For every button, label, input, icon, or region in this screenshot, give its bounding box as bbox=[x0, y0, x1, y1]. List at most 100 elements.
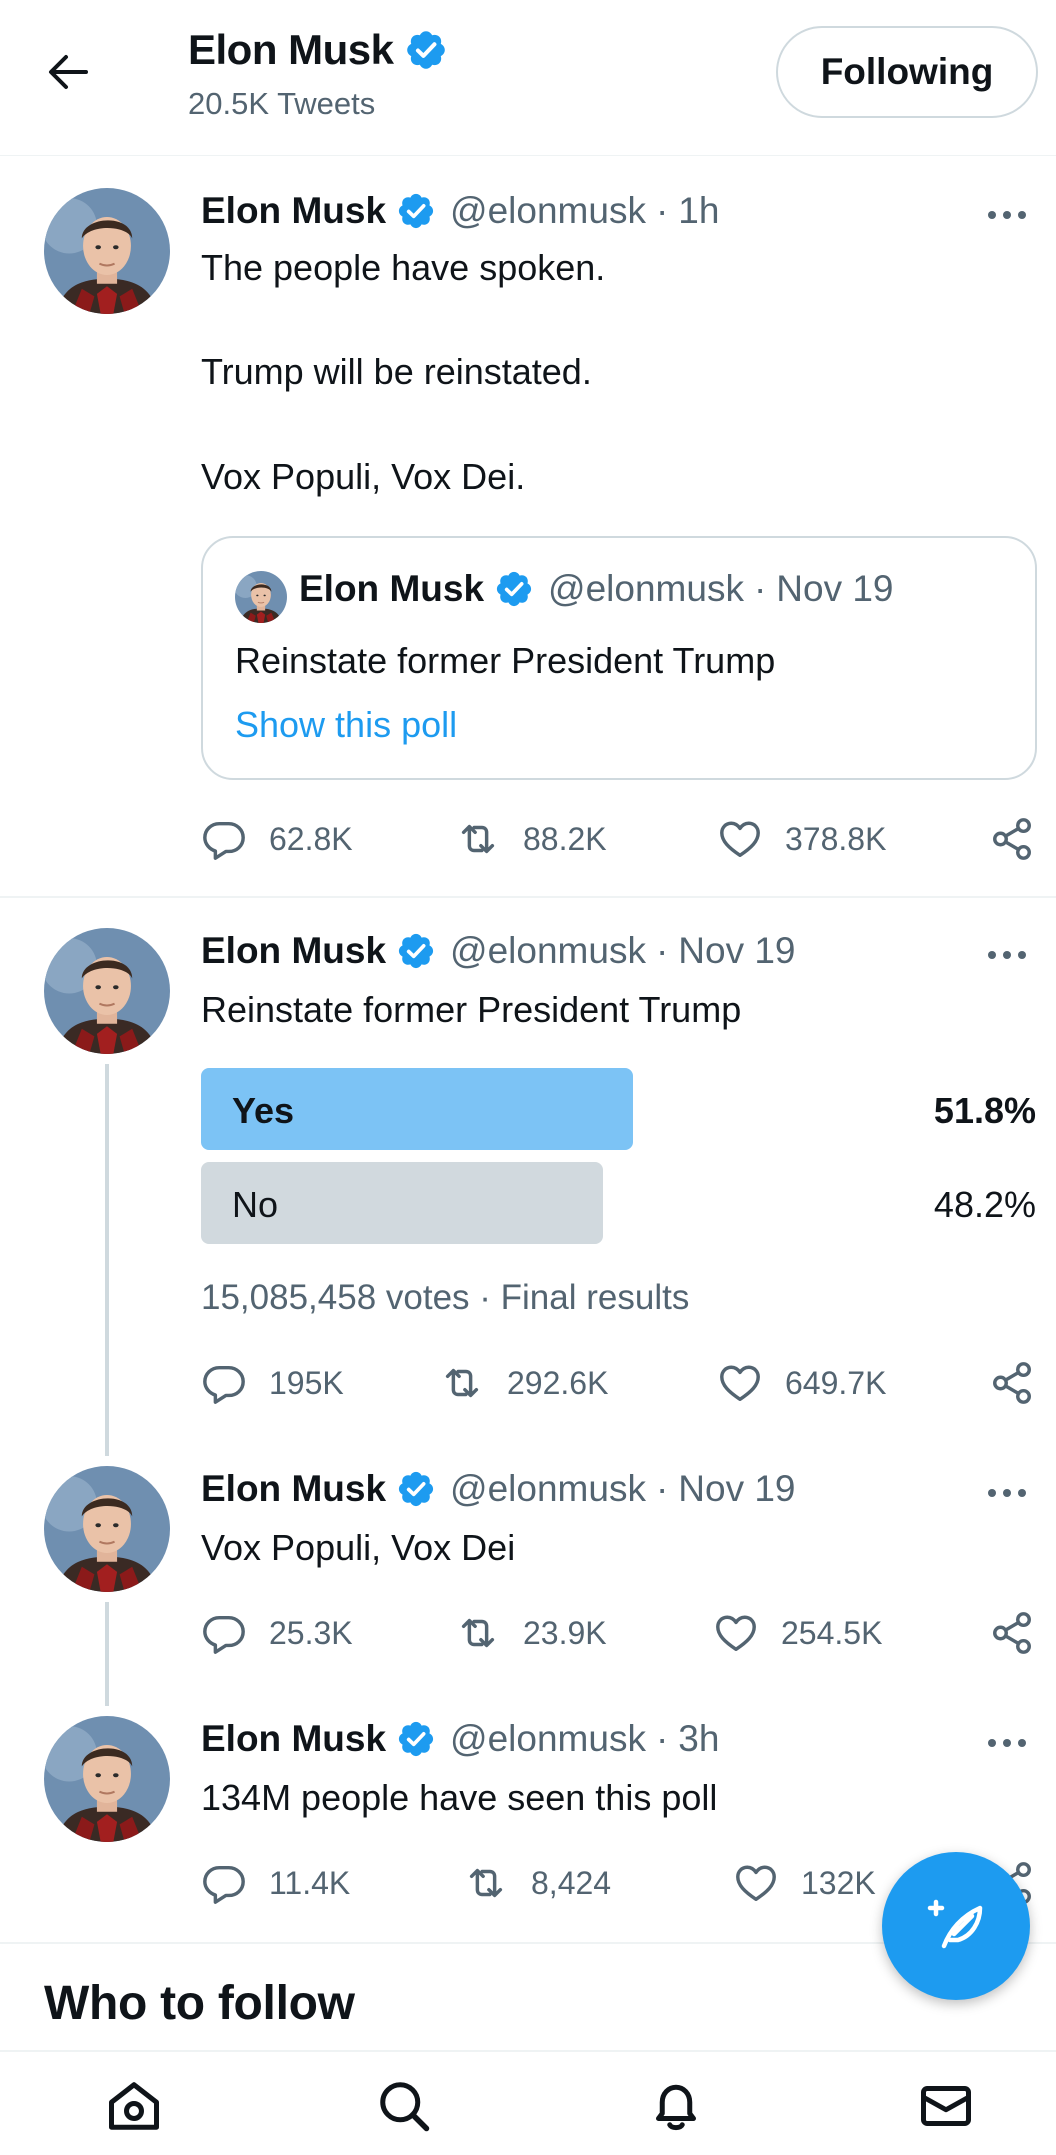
following-button[interactable]: Following bbox=[776, 26, 1038, 118]
more-options-button[interactable] bbox=[984, 940, 1030, 970]
arrow-left-icon bbox=[49, 55, 88, 89]
thread-line bbox=[105, 1064, 109, 1456]
tweet-header: Elon Musk @elonmusk · Nov 19 bbox=[201, 930, 796, 972]
tweet-header: Elon Musk @elonmusk · Nov 19 bbox=[201, 1468, 796, 1510]
verified-badge-icon bbox=[494, 569, 534, 609]
nav-search[interactable] bbox=[372, 2074, 436, 2138]
avatar[interactable] bbox=[44, 1716, 170, 1842]
who-to-follow-heading: Who to follow bbox=[44, 1977, 355, 2030]
nav-notifications[interactable] bbox=[644, 2074, 708, 2138]
tweet-text: Reinstate former President Trump bbox=[201, 989, 742, 1030]
profile-name: Elon Musk bbox=[188, 26, 394, 73]
tweet-1[interactable]: Elon Musk @elonmusk · 1h The people have… bbox=[0, 156, 1056, 898]
more-options-button[interactable] bbox=[984, 1728, 1030, 1758]
poll-option-no: No bbox=[232, 1184, 279, 1225]
verified-badge-icon bbox=[396, 191, 436, 231]
profile-header: Elon Musk 20.5K Tweets Following bbox=[0, 0, 1056, 156]
heart-icon bbox=[713, 1610, 759, 1656]
retweet-button[interactable]: 292.6K bbox=[439, 1358, 608, 1408]
nav-home[interactable] bbox=[102, 2074, 166, 2138]
author-name[interactable]: Elon Musk bbox=[201, 1468, 386, 1510]
verified-badge-icon bbox=[396, 1719, 436, 1759]
author-handle[interactable]: @elonmusk bbox=[450, 1468, 646, 1510]
separator-dot: · bbox=[655, 190, 669, 231]
share-button[interactable] bbox=[989, 814, 1035, 864]
author-handle[interactable]: @elonmusk bbox=[450, 930, 646, 972]
retweet-count: 23.9K bbox=[523, 1614, 607, 1651]
mail-icon bbox=[921, 2086, 971, 2126]
reply-button[interactable]: 62.8K bbox=[201, 814, 353, 864]
author-name[interactable]: Elon Musk bbox=[201, 190, 386, 232]
retweet-button[interactable]: 23.9K bbox=[455, 1608, 607, 1658]
share-button[interactable] bbox=[989, 1358, 1035, 1408]
like-button[interactable]: 132K bbox=[733, 1858, 876, 1908]
heart-icon bbox=[717, 816, 763, 862]
retweet-count: 88.2K bbox=[523, 820, 607, 857]
bell-icon bbox=[656, 2084, 696, 2131]
like-button[interactable]: 254.5K bbox=[713, 1608, 882, 1658]
retweet-count: 8,424 bbox=[531, 1864, 612, 1901]
share-button[interactable] bbox=[989, 1608, 1035, 1658]
like-count: 254.5K bbox=[781, 1614, 883, 1651]
reply-count: 62.8K bbox=[269, 820, 353, 857]
header-title: Elon Musk bbox=[188, 26, 448, 74]
retweet-icon bbox=[439, 1360, 485, 1406]
author-handle[interactable]: @elonmusk bbox=[450, 1718, 646, 1760]
more-options-button[interactable] bbox=[984, 200, 1030, 230]
nav-messages[interactable] bbox=[914, 2074, 978, 2138]
divider bbox=[0, 896, 1056, 898]
reply-icon bbox=[201, 1360, 247, 1406]
separator-dot: · bbox=[655, 1718, 669, 1759]
tweet-time[interactable]: 3h bbox=[678, 1718, 719, 1760]
retweet-button[interactable]: 88.2K bbox=[455, 814, 607, 864]
tweet-text-line-1: The people have spoken. bbox=[201, 247, 606, 288]
quoted-tweet-text: Reinstate former President Trump bbox=[235, 640, 776, 681]
quoted-avatar bbox=[235, 571, 287, 623]
show-poll-link[interactable]: Show this poll bbox=[235, 704, 457, 746]
reply-button[interactable]: 25.3K bbox=[201, 1608, 353, 1658]
retweet-icon bbox=[463, 1860, 509, 1906]
author-name[interactable]: Elon Musk bbox=[201, 1718, 386, 1760]
heart-icon bbox=[733, 1860, 779, 1906]
compose-tweet-button[interactable] bbox=[882, 1852, 1030, 2000]
reply-icon bbox=[201, 1610, 247, 1656]
quoted-tweet-time: Nov 19 bbox=[776, 568, 894, 609]
reply-icon bbox=[201, 1860, 247, 1906]
tweet-time[interactable]: 1h bbox=[678, 190, 719, 232]
avatar[interactable] bbox=[44, 188, 170, 314]
separator-dot: · bbox=[753, 568, 767, 609]
tweet-time[interactable]: Nov 19 bbox=[678, 930, 795, 972]
back-button[interactable] bbox=[40, 50, 96, 94]
like-button[interactable]: 378.8K bbox=[717, 814, 886, 864]
like-button[interactable]: 649.7K bbox=[717, 1358, 886, 1408]
tweet-time[interactable]: Nov 19 bbox=[678, 1468, 795, 1510]
tweet-text: Vox Populi, Vox Dei bbox=[201, 1527, 516, 1568]
retweet-button[interactable]: 8,424 bbox=[463, 1858, 611, 1908]
tweet-actions: 25.3K 23.9K 254.5K bbox=[201, 1608, 1041, 1658]
like-count: 132K bbox=[801, 1864, 876, 1901]
share-icon bbox=[989, 1610, 1035, 1656]
author-name[interactable]: Elon Musk bbox=[201, 930, 386, 972]
more-dots-icon bbox=[984, 200, 1030, 230]
reply-button[interactable]: 195K bbox=[201, 1358, 344, 1408]
retweet-icon bbox=[455, 816, 501, 862]
verified-badge-icon bbox=[396, 931, 436, 971]
poll-percent-yes: 51.8% bbox=[933, 1090, 1036, 1131]
more-options-button[interactable] bbox=[984, 1478, 1030, 1508]
avatar[interactable] bbox=[44, 1466, 170, 1592]
quoted-tweet-header: Elon Musk @elonmusk · Nov 19 bbox=[299, 568, 894, 610]
thread-line bbox=[105, 1602, 109, 1706]
quoted-tweet-card[interactable]: Elon Musk @elonmusk · Nov 19 Reinstate f… bbox=[201, 536, 1037, 780]
tweet-text: 134M people have seen this poll bbox=[201, 1777, 718, 1818]
tweet-header: Elon Musk @elonmusk · 3h bbox=[201, 1718, 719, 1760]
author-handle[interactable]: @elonmusk bbox=[450, 190, 646, 232]
tweet-text-line-2: Trump will be reinstated. bbox=[201, 351, 592, 392]
more-dots-icon bbox=[984, 1728, 1030, 1758]
more-dots-icon bbox=[984, 940, 1030, 970]
reply-button[interactable]: 11.4K bbox=[201, 1858, 350, 1908]
avatar[interactable] bbox=[44, 928, 170, 1054]
reply-icon bbox=[201, 816, 247, 862]
poll-meta: 15,085,458 votes · Final results bbox=[201, 1278, 690, 1317]
separator-dot: · bbox=[655, 930, 669, 971]
quoted-author-handle: @elonmusk bbox=[548, 568, 744, 609]
